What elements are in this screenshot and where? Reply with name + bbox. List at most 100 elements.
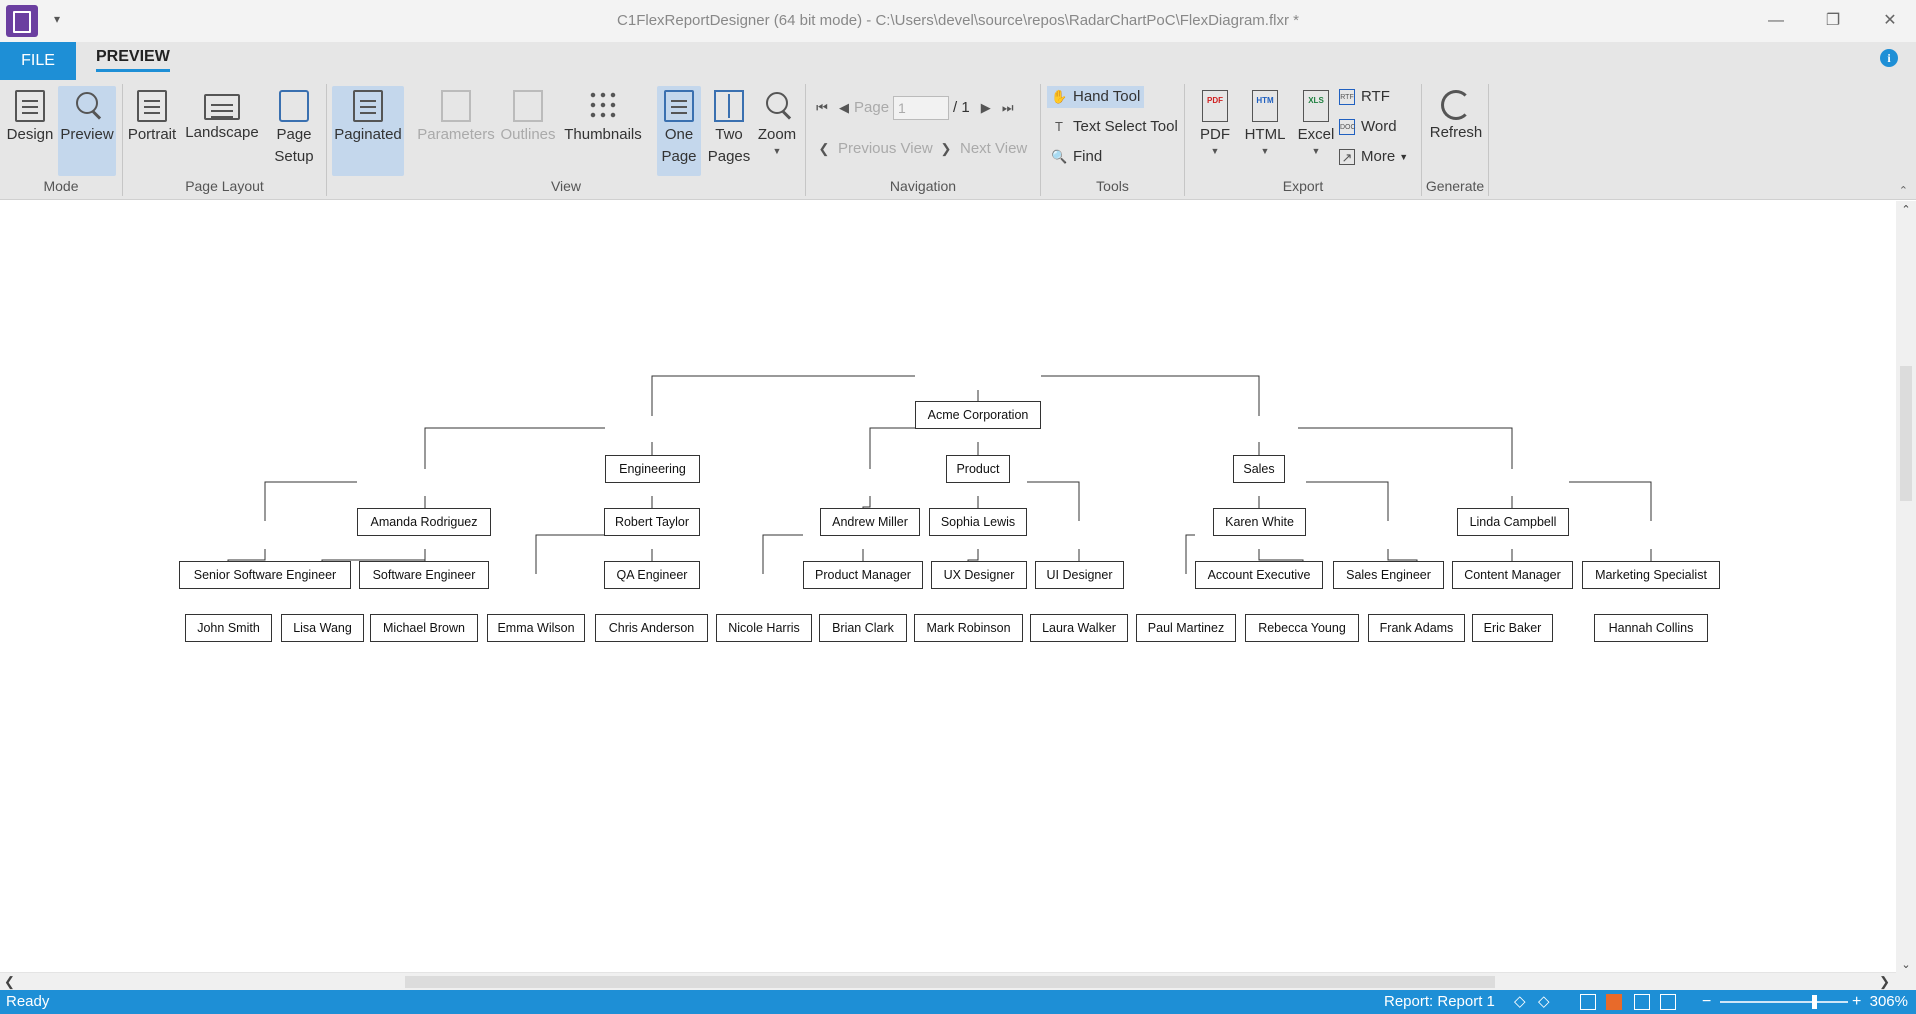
minimize-icon[interactable]: — xyxy=(1756,8,1796,34)
chevron-down-icon: ▼ xyxy=(1210,146,1220,156)
zoom-button[interactable]: Zoom ▼ xyxy=(755,86,799,156)
hand-tool-label: Hand Tool xyxy=(1073,88,1141,105)
one-page-label-1: One xyxy=(664,126,694,143)
text-select-tool-button[interactable]: T Text Select Tool xyxy=(1051,116,1178,138)
export-word-button[interactable]: DOC Word xyxy=(1339,116,1397,138)
tab-file[interactable]: FILE xyxy=(0,42,76,80)
vertical-scrollbar[interactable]: ⌃ ⌄ xyxy=(1896,201,1916,973)
preview-button[interactable]: Preview xyxy=(58,86,116,176)
outlines-button[interactable]: Outlines xyxy=(499,86,557,146)
org-node-role: Product Manager xyxy=(803,561,923,589)
org-node-employee: Mark Robinson xyxy=(914,614,1023,642)
scroll-up-icon[interactable]: ⌃ xyxy=(1896,203,1916,216)
ribbon-tabs: FILE PREVIEW i xyxy=(0,42,1916,80)
collapse-ribbon-icon[interactable]: ⌃ xyxy=(1899,184,1908,197)
close-icon[interactable]: ✕ xyxy=(1870,8,1910,34)
design-button[interactable]: Design xyxy=(4,86,56,186)
vertical-scroll-thumb[interactable] xyxy=(1900,366,1912,501)
group-label-generate: Generate xyxy=(1425,178,1485,194)
portrait-icon xyxy=(137,90,167,122)
diamond-icon[interactable]: ◇ xyxy=(1514,990,1526,1014)
next-view-button[interactable]: ❯ Next View xyxy=(938,138,1028,160)
group-navigation: ⏮ ◀ Page 1 / 1 ▶ ⏭ ❮ Previous View ❯ Nex… xyxy=(806,80,1040,200)
group-view: Paginated Parameters Outlines Thumbnails… xyxy=(327,80,805,200)
org-node-employee: John Smith xyxy=(185,614,272,642)
connector xyxy=(1569,481,1652,521)
thumbnails-button[interactable]: Thumbnails xyxy=(563,86,643,146)
group-export: PDF PDF ▼ HTM HTML ▼ XLS Excel ▼ RTF RTF… xyxy=(1185,80,1421,200)
export-rtf-button[interactable]: RTF RTF xyxy=(1339,86,1390,108)
page-setup-label-2: Setup xyxy=(274,148,314,165)
org-node-employee: Brian Clark xyxy=(819,614,907,642)
multi-page-view-icon[interactable] xyxy=(1660,994,1676,1010)
find-button[interactable]: 🔍 Find xyxy=(1051,146,1102,168)
export-excel-button[interactable]: XLS Excel ▼ xyxy=(1293,86,1339,156)
org-node-employee: Paul Martinez xyxy=(1136,614,1236,642)
rtf-label: RTF xyxy=(1361,88,1390,105)
more-export-icon: ↗ xyxy=(1339,149,1355,165)
org-node-department: Product xyxy=(946,455,1010,483)
scroll-right-icon[interactable]: ❯ xyxy=(1879,973,1890,991)
prev-page-icon[interactable]: ◀ xyxy=(836,100,852,116)
export-more-button[interactable]: ↗ More ▼ xyxy=(1339,146,1408,168)
next-view-label: Next View xyxy=(960,140,1028,157)
export-html-button[interactable]: HTM HTML ▼ xyxy=(1239,86,1291,156)
previous-view-button[interactable]: ❮ Previous View xyxy=(816,138,933,160)
two-pages-button[interactable]: Two Pages xyxy=(707,86,751,168)
scroll-left-icon[interactable]: ❮ xyxy=(4,973,15,991)
horizontal-scrollbar[interactable]: ❮ ❯ xyxy=(0,972,1896,990)
zoom-slider-thumb[interactable] xyxy=(1812,995,1817,1009)
text-select-label: Text Select Tool xyxy=(1073,118,1178,135)
first-page-icon[interactable]: ⏮ xyxy=(814,100,830,116)
text-cursor-icon: T xyxy=(1055,119,1063,134)
diamond-icon[interactable]: ◇ xyxy=(1538,990,1550,1014)
page-setup-label-1: Page xyxy=(276,126,312,143)
portrait-button[interactable]: Portrait xyxy=(127,86,177,146)
page-label: Page xyxy=(854,99,890,116)
two-page-view-icon[interactable] xyxy=(1634,994,1650,1010)
page-setup-button[interactable]: Page Setup xyxy=(269,86,319,168)
rtf-icon: RTF xyxy=(1339,89,1355,105)
title-bar: ▾ C1FlexReportDesigner (64 bit mode) - C… xyxy=(0,0,1916,42)
zoom-slider[interactable] xyxy=(1720,1001,1848,1003)
org-node-role: Senior Software Engineer xyxy=(179,561,351,589)
status-text: Ready xyxy=(6,993,50,1010)
paginated-icon xyxy=(353,90,383,122)
horizontal-scroll-thumb[interactable] xyxy=(405,976,1495,988)
report-preview-area[interactable]: Acme Corporation Engineering Product Sal… xyxy=(0,201,1896,973)
next-page-icon[interactable]: ▶ xyxy=(978,100,994,116)
zoom-out-icon[interactable]: − xyxy=(1702,990,1711,1014)
org-node-role: Content Manager xyxy=(1452,561,1573,589)
design-icon xyxy=(15,90,45,122)
last-page-icon[interactable]: ⏭ xyxy=(1000,100,1016,116)
group-label-page-layout: Page Layout xyxy=(185,178,264,194)
tab-preview[interactable]: PREVIEW xyxy=(96,48,170,72)
hand-tool-button[interactable]: ✋ Hand Tool xyxy=(1047,86,1145,108)
refresh-button[interactable]: Refresh xyxy=(1426,86,1486,144)
zoom-in-icon[interactable]: + xyxy=(1852,990,1861,1014)
preview-icon xyxy=(72,90,102,122)
info-icon[interactable]: i xyxy=(1880,49,1898,67)
landscape-button[interactable]: Landscape xyxy=(185,86,259,144)
paginated-label: Paginated xyxy=(334,126,402,143)
restore-icon[interactable]: ❐ xyxy=(1813,8,1853,34)
continuous-view-icon[interactable] xyxy=(1606,994,1622,1010)
org-node-employee: Lisa Wang xyxy=(281,614,364,642)
page-navigator: ⏮ ◀ Page 1 / 1 ▶ ⏭ xyxy=(814,96,1022,120)
org-node-employee: Michael Brown xyxy=(370,614,478,642)
scroll-down-icon[interactable]: ⌄ xyxy=(1896,958,1916,971)
paginated-button[interactable]: Paginated xyxy=(332,86,404,176)
previous-view-label: Previous View xyxy=(838,140,933,157)
connector xyxy=(535,534,604,574)
group-label-navigation: Navigation xyxy=(889,178,957,194)
page-number-input[interactable]: 1 xyxy=(893,96,950,120)
org-node-role: UX Designer xyxy=(931,561,1027,589)
org-node-employee: Frank Adams xyxy=(1368,614,1465,642)
org-node-employee: Hannah Collins xyxy=(1594,614,1708,642)
export-pdf-button[interactable]: PDF PDF ▼ xyxy=(1193,86,1237,156)
one-page-button[interactable]: One Page xyxy=(657,86,701,176)
landscape-label: Landscape xyxy=(185,124,259,141)
html-icon: HTM xyxy=(1252,90,1278,122)
parameters-button[interactable]: Parameters xyxy=(417,86,495,146)
single-page-view-icon[interactable] xyxy=(1580,994,1596,1010)
